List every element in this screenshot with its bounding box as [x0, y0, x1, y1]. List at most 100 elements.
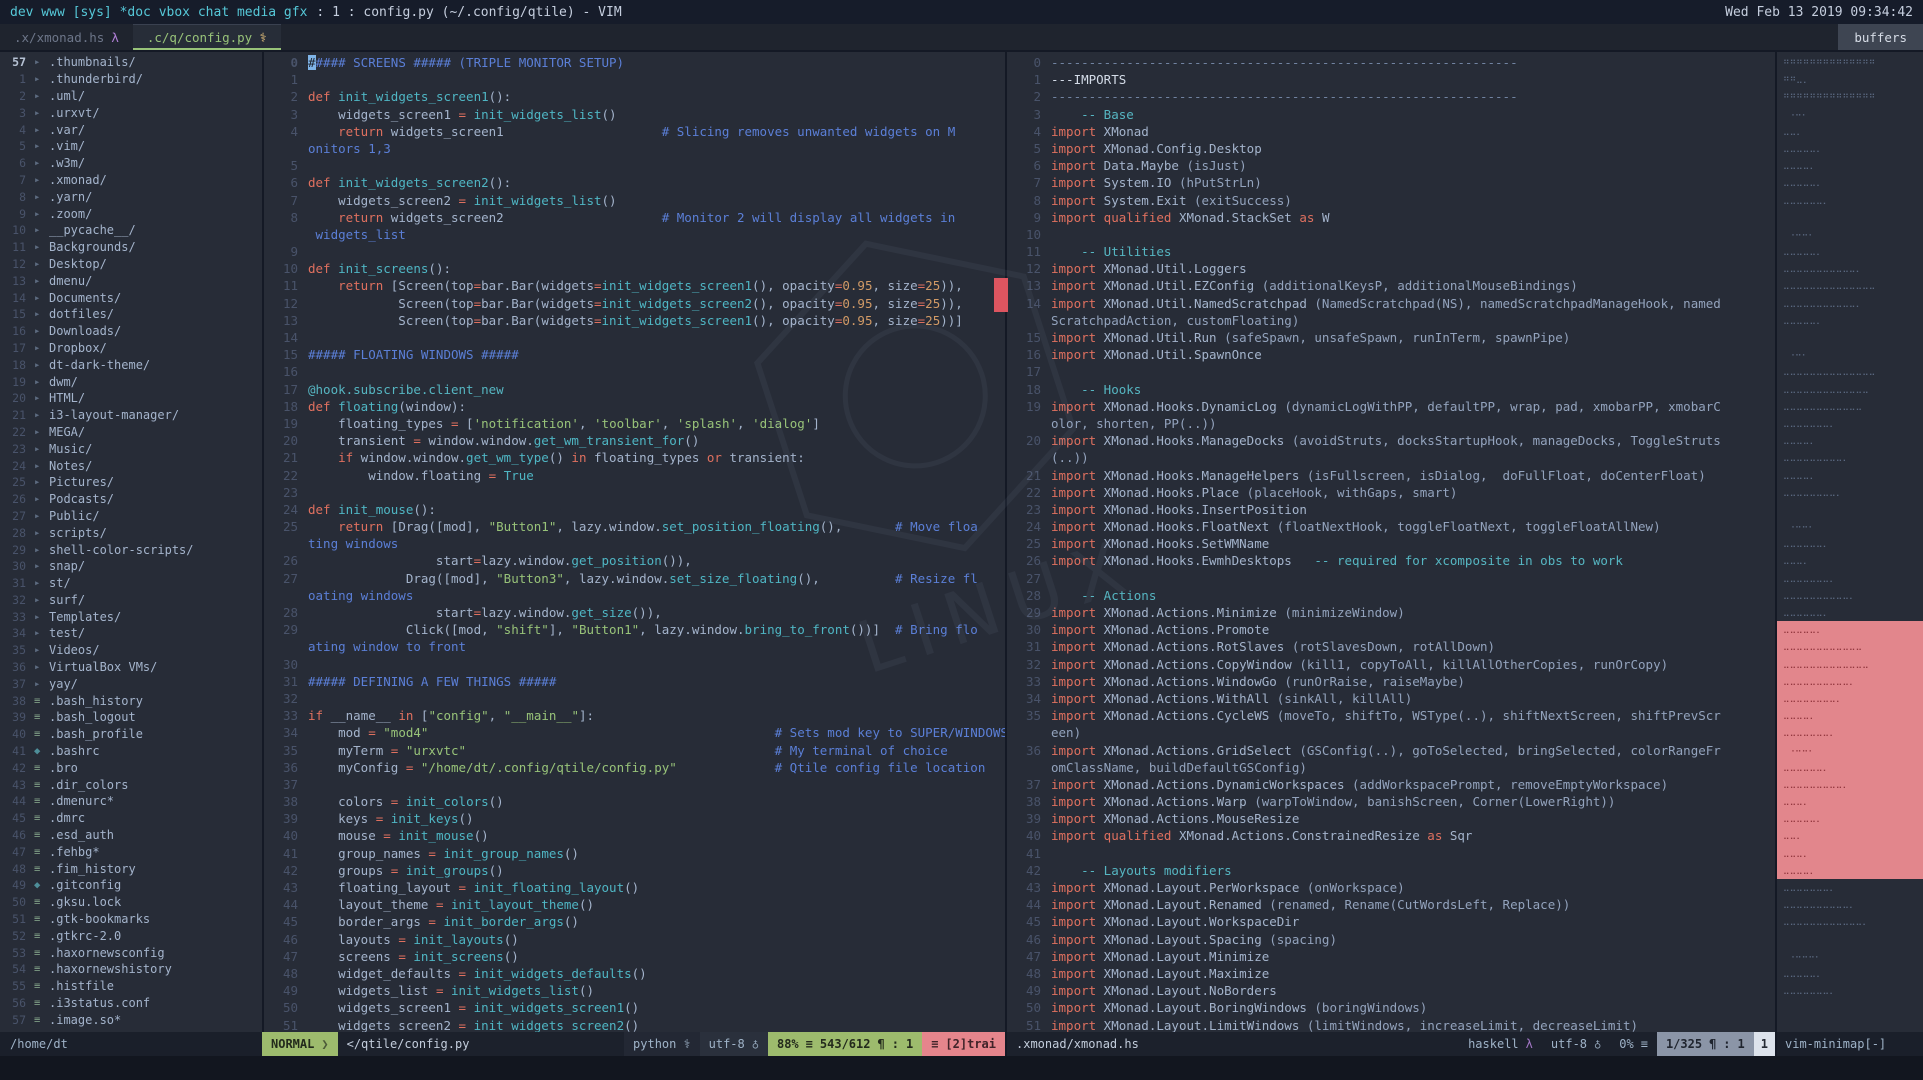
code-line[interactable]: 14import XMonad.Util.NamedScratchpad (Na…: [1007, 295, 1775, 312]
tree-item-folder[interactable]: 20▸HTML/: [0, 390, 262, 407]
tree-item-folder[interactable]: 19▸dwm/: [0, 373, 262, 390]
code-line[interactable]: 7 widgets_screen2 = init_widgets_list(): [264, 192, 1005, 209]
code-line[interactable]: 30: [264, 656, 1005, 673]
code-line[interactable]: 13 Screen(top=bar.Bar(widgets=init_widge…: [264, 312, 1005, 329]
tree-item-file[interactable]: 56≡.i3status.conf: [0, 995, 262, 1012]
code-line[interactable]: 44 layout_theme = init_layout_theme(): [264, 896, 1005, 913]
tree-item-file[interactable]: 40≡.bash_profile: [0, 726, 262, 743]
tree-item-folder[interactable]: 3▸.urxvt/: [0, 104, 262, 121]
code-line[interactable]: 0##### SCREENS ##### (TRIPLE MONITOR SET…: [264, 54, 1005, 71]
code-line[interactable]: 3 widgets_screen1 = init_widgets_list(): [264, 106, 1005, 123]
code-line[interactable]: 5import XMonad.Config.Desktop: [1007, 140, 1775, 157]
file-tree[interactable]: 57▸.thumbnails/1▸.thunderbird/2▸.uml/3▸.…: [0, 52, 262, 1032]
tree-item-file[interactable]: 51≡.gtk-bookmarks: [0, 911, 262, 928]
code-line[interactable]: 36 myConfig = "/home/dt/.config/qtile/co…: [264, 759, 1005, 776]
tree-item-folder[interactable]: 28▸scripts/: [0, 524, 262, 541]
code-line[interactable]: 1---IMPORTS: [1007, 71, 1775, 88]
tree-item-file[interactable]: 54≡.haxornewshistory: [0, 961, 262, 978]
code-line[interactable]: 18 -- Hooks: [1007, 381, 1775, 398]
code-line[interactable]: 21import XMonad.Hooks.ManageHelpers (isF…: [1007, 467, 1775, 484]
code-line[interactable]: 48 widget_defaults = init_widgets_defaul…: [264, 965, 1005, 982]
code-line[interactable]: 36import XMonad.Actions.GridSelect (GSCo…: [1007, 742, 1775, 759]
tree-item-file[interactable]: 57≡.image.so*: [0, 1011, 262, 1028]
workspace-tags[interactable]: dev www [sys] *doc vbox chat media gfx: [10, 5, 307, 20]
tree-item-folder[interactable]: 23▸Music/: [0, 440, 262, 457]
tree-item-folder[interactable]: 22▸MEGA/: [0, 424, 262, 441]
code-line[interactable]: widgets_list: [264, 226, 1005, 243]
tree-item-file[interactable]: 44≡.dmenurc*: [0, 793, 262, 810]
code-line[interactable]: 40import qualified XMonad.Actions.Constr…: [1007, 827, 1775, 844]
code-line[interactable]: 43 floating_layout = init_floating_layou…: [264, 879, 1005, 896]
code-line[interactable]: (..)): [1007, 449, 1775, 466]
tree-item-folder[interactable]: 27▸Public/: [0, 508, 262, 525]
code-line[interactable]: 45import XMonad.Layout.WorkspaceDir: [1007, 913, 1775, 930]
code-line[interactable]: 34import XMonad.Actions.WithAll (sinkAll…: [1007, 690, 1775, 707]
code-line[interactable]: 32import XMonad.Actions.CopyWindow (kill…: [1007, 656, 1775, 673]
tree-item-folder[interactable]: 9▸.zoom/: [0, 205, 262, 222]
code-line[interactable]: 38import XMonad.Actions.Warp (warpToWind…: [1007, 793, 1775, 810]
tree-item-folder[interactable]: 10▸__pycache__/: [0, 222, 262, 239]
code-line[interactable]: 6import Data.Maybe (isJust): [1007, 157, 1775, 174]
code-line[interactable]: 37import XMonad.Actions.DynamicWorkspace…: [1007, 776, 1775, 793]
code-line[interactable]: 23import XMonad.Hooks.InsertPosition: [1007, 501, 1775, 518]
code-line[interactable]: 2---------------------------------------…: [1007, 88, 1775, 105]
code-line[interactable]: 47 screens = init_screens(): [264, 948, 1005, 965]
tree-item-file[interactable]: 38≡.bash_history: [0, 692, 262, 709]
tree-item-folder[interactable]: 32▸surf/: [0, 592, 262, 609]
code-line[interactable]: 32: [264, 690, 1005, 707]
code-line[interactable]: 10: [1007, 226, 1775, 243]
code-line[interactable]: 19import XMonad.Hooks.DynamicLog (dynami…: [1007, 398, 1775, 415]
tree-item-folder[interactable]: 26▸Podcasts/: [0, 491, 262, 508]
code-line[interactable]: 49import XMonad.Layout.NoBorders: [1007, 982, 1775, 999]
tree-item-folder[interactable]: 37▸yay/: [0, 675, 262, 692]
code-line[interactable]: 15import XMonad.Util.Run (safeSpawn, uns…: [1007, 329, 1775, 346]
code-line[interactable]: 22import XMonad.Hooks.Place (placeHook, …: [1007, 484, 1775, 501]
tree-item-file[interactable]: 47≡.fehbg*: [0, 843, 262, 860]
code-line[interactable]: 17: [1007, 363, 1775, 380]
code-line[interactable]: 6def init_widgets_screen2():: [264, 174, 1005, 191]
tree-item-folder[interactable]: 29▸shell-color-scripts/: [0, 541, 262, 558]
code-line[interactable]: oating windows: [264, 587, 1005, 604]
code-line[interactable]: 31import XMonad.Actions.RotSlaves (rotSl…: [1007, 638, 1775, 655]
tree-item-folder[interactable]: 4▸.var/: [0, 121, 262, 138]
code-line[interactable]: 26 start=lazy.window.get_position()),: [264, 552, 1005, 569]
code-line[interactable]: 29 Click([mod, "shift"], "Button1", lazy…: [264, 621, 1005, 638]
code-line[interactable]: 27: [1007, 570, 1775, 587]
code-line[interactable]: 8 return widgets_screen2 # Monitor 2 wil…: [264, 209, 1005, 226]
code-line[interactable]: 24def init_mouse():: [264, 501, 1005, 518]
code-line[interactable]: 12import XMonad.Util.Loggers: [1007, 260, 1775, 277]
code-line[interactable]: 35import XMonad.Actions.CycleWS (moveTo,…: [1007, 707, 1775, 724]
tree-item-file[interactable]: 46≡.esd_auth: [0, 827, 262, 844]
code-line[interactable]: 24import XMonad.Hooks.FloatNext (floatNe…: [1007, 518, 1775, 535]
tree-item-file[interactable]: 39≡.bash_logout: [0, 709, 262, 726]
code-line[interactable]: 7import System.IO (hPutStrLn): [1007, 174, 1775, 191]
tree-item-folder[interactable]: 18▸dt-dark-theme/: [0, 356, 262, 373]
code-line[interactable]: ting windows: [264, 535, 1005, 552]
code-line[interactable]: 22 window.floating = True: [264, 467, 1005, 484]
tree-item-folder[interactable]: 35▸Videos/: [0, 642, 262, 659]
code-line[interactable]: 18def floating(window):: [264, 398, 1005, 415]
code-line[interactable]: 16: [264, 363, 1005, 380]
code-line[interactable]: 42 -- Layouts modifiers: [1007, 862, 1775, 879]
code-line[interactable]: onitors 1,3: [264, 140, 1005, 157]
minimap[interactable]: ⠶⠶⠶⠶⠶⠶⠶⠶⠶⠶⠶⠶⠶⠶⠶⠶⣀⡀⠶⠶⠶⠶⠶⠶⠶⠶⠶⠶⠶⠶⠶⠶ ⠠⠤⠄⣀⣀⡀⣀…: [1775, 52, 1923, 1032]
code-line[interactable]: 1: [264, 71, 1005, 88]
code-line[interactable]: 0---------------------------------------…: [1007, 54, 1775, 71]
tree-item-folder[interactable]: 31▸st/: [0, 575, 262, 592]
code-line[interactable]: 46 layouts = init_layouts(): [264, 931, 1005, 948]
code-line[interactable]: 28 -- Actions: [1007, 587, 1775, 604]
code-line[interactable]: 42 groups = init_groups(): [264, 862, 1005, 879]
code-line[interactable]: 43import XMonad.Layout.PerWorkspace (onW…: [1007, 879, 1775, 896]
code-line[interactable]: 23: [264, 484, 1005, 501]
tree-item-file[interactable]: 41◆.bashrc: [0, 743, 262, 760]
tree-item-file[interactable]: 52≡.gtkrc-2.0: [0, 927, 262, 944]
tree-item-folder[interactable]: 17▸Dropbox/: [0, 340, 262, 357]
tree-item-folder[interactable]: 33▸Templates/: [0, 608, 262, 625]
code-line[interactable]: 34 mod = "mod4" # Sets mod key to SUPER/…: [264, 724, 1005, 741]
code-line[interactable]: 17@hook.subscribe.client_new: [264, 381, 1005, 398]
tree-item-folder[interactable]: 8▸.yarn/: [0, 188, 262, 205]
tree-item-file[interactable]: 43≡.dir_colors: [0, 776, 262, 793]
tree-item-folder[interactable]: 11▸Backgrounds/: [0, 239, 262, 256]
code-line[interactable]: 11 return [Screen(top=bar.Bar(widgets=in…: [264, 277, 1005, 294]
tree-item-folder[interactable]: 12▸Desktop/: [0, 256, 262, 273]
